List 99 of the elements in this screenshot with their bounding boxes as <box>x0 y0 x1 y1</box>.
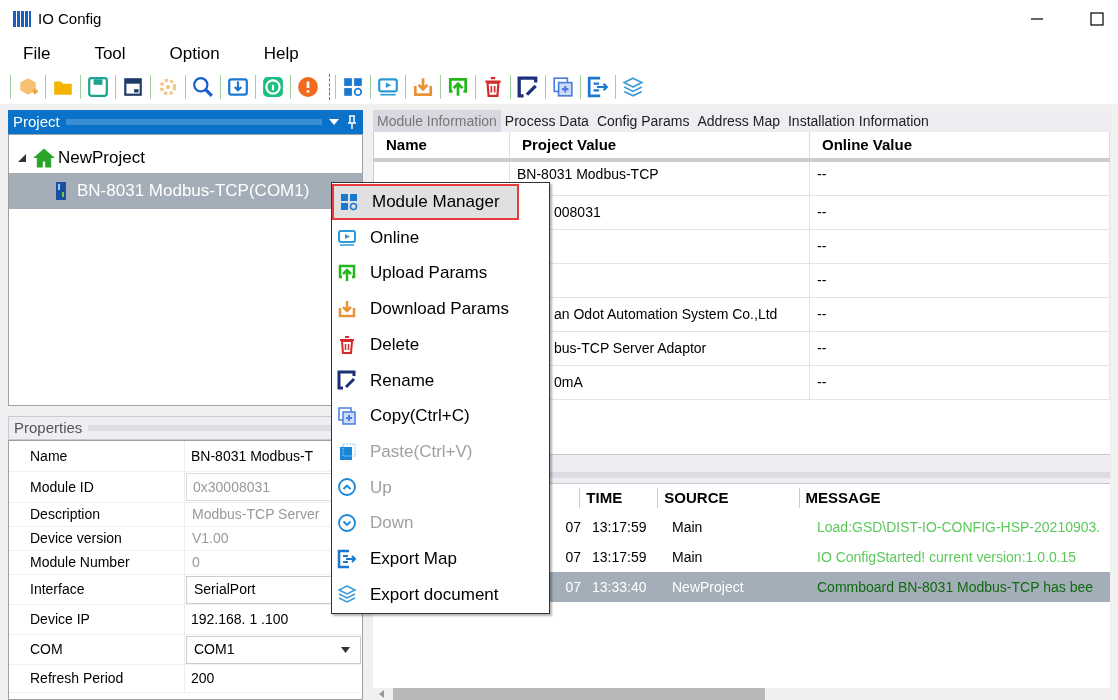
log-cell: IO ConfigStarted! current version:1.0.0.15 <box>817 548 1077 565</box>
property-label: Module Number <box>9 551 185 574</box>
table-cell-text: -- <box>817 203 827 222</box>
window-title: IO Config <box>38 8 102 29</box>
log-cell: 13:17:59 <box>592 548 647 565</box>
menu-item[interactable]: Tool <box>83 41 137 67</box>
download-tray-icon <box>337 298 357 319</box>
property-label: Refresh Period <box>9 665 185 692</box>
export-icon <box>337 548 357 569</box>
table-cell-text: bus-TCP Server Adaptor <box>554 339 707 358</box>
log-cell: Load:GSD\DIST-IO-CONFIG-HSP-20210903. <box>817 518 1101 535</box>
grid-icon[interactable] <box>342 76 364 98</box>
upload-icon[interactable] <box>447 76 469 98</box>
table-cell-text: -- <box>817 373 827 392</box>
context-menu-item[interactable]: Rename <box>332 362 549 399</box>
context-menu-item[interactable]: Delete <box>332 326 549 363</box>
table-cell-text: -- <box>817 305 827 324</box>
log-cell: Main <box>672 548 703 565</box>
up-icon <box>337 477 357 498</box>
monitor-icon <box>337 227 357 248</box>
maximize-icon[interactable] <box>1090 12 1104 26</box>
tab[interactable]: Address Map <box>693 110 784 132</box>
log-cell: NewProject <box>672 578 744 595</box>
tab[interactable]: Config Params <box>592 110 694 132</box>
download-icon[interactable] <box>227 76 249 98</box>
panel-title: Project <box>13 111 60 132</box>
edit-icon[interactable] <box>517 76 539 98</box>
layers-icon <box>337 584 357 605</box>
trash-icon[interactable] <box>482 76 504 98</box>
copy-icon <box>337 405 357 426</box>
context-menu-item[interactable]: Upload Params <box>332 255 549 292</box>
search-icon[interactable] <box>192 76 214 98</box>
menu-item[interactable]: Option <box>158 41 231 67</box>
table-cell-text: BN-8031 Modbus-TCP <box>517 165 659 184</box>
table-cell-text: 008031 <box>554 203 601 222</box>
save-icon[interactable] <box>87 76 109 98</box>
column-header: Name <box>374 132 510 158</box>
menu-item[interactable]: File <box>12 41 62 67</box>
app-icon <box>12 9 32 29</box>
property-value: V1.00 <box>191 529 229 548</box>
home-icon <box>32 146 56 170</box>
scroll-left-icon[interactable] <box>377 689 387 699</box>
table-cell-text: -- <box>817 271 827 290</box>
log-cell: 07 <box>565 548 581 565</box>
panel-title: Properties <box>14 417 83 438</box>
property-label: Module ID <box>9 472 185 502</box>
context-menu-item[interactable]: Module Manager <box>332 184 519 220</box>
column-header: TIME <box>586 487 623 508</box>
log-cell: Main <box>672 518 703 535</box>
tab[interactable]: Installation Information <box>783 110 933 132</box>
trash-icon <box>337 334 357 355</box>
tree-item[interactable]: NewProject <box>9 143 362 173</box>
property-label: Description <box>9 503 185 526</box>
copy-icon[interactable] <box>552 76 574 98</box>
layers-icon[interactable] <box>622 76 644 98</box>
property-label: Name <box>9 441 185 471</box>
down-icon <box>337 513 357 534</box>
collapse-arrow-icon[interactable] <box>17 153 27 163</box>
dropdown-arrow-icon <box>341 646 350 653</box>
download-tray-icon[interactable] <box>412 76 434 98</box>
property-value[interactable]: BN-8031 Modbus-T <box>185 445 314 467</box>
table-cell-text: -- <box>817 339 827 358</box>
export-icon[interactable] <box>587 76 609 98</box>
edit-icon <box>337 370 357 391</box>
column-header: MESSAGE <box>805 487 881 508</box>
log-cell: 13:33:40 <box>592 578 647 595</box>
property-value: 0 <box>191 553 200 572</box>
log-cell: 13:17:59 <box>592 518 647 535</box>
property-value[interactable]: 192.168. 1 .100 <box>185 609 289 630</box>
alert-icon[interactable] <box>297 76 319 98</box>
column-header: Online Value <box>810 132 1110 158</box>
column-header: SOURCE <box>664 487 729 508</box>
log-cell: 07 <box>565 518 581 535</box>
table-cell-text: -- <box>817 237 827 256</box>
property-label: COM <box>9 635 185 664</box>
form-window-icon[interactable] <box>122 76 144 98</box>
grid-icon <box>339 191 359 212</box>
context-menu-item[interactable]: Online <box>332 219 549 256</box>
monitor-icon[interactable] <box>377 76 399 98</box>
property-label: Device version <box>9 527 185 550</box>
table-cell-text: an Odot Automation System Co.,Ltd <box>554 305 778 324</box>
table-cell-text: -- <box>817 165 827 184</box>
property-label: Interface <box>9 575 185 604</box>
tab[interactable]: Process Data <box>500 110 593 132</box>
property-value: Modbus-TCP Server <box>191 505 320 524</box>
info-icon[interactable] <box>262 76 284 98</box>
table-cell-text: 0mA <box>554 373 583 392</box>
upload-icon <box>337 263 357 284</box>
column-header: Project Value <box>510 132 810 158</box>
context-menu-item[interactable]: Download Params <box>332 291 549 327</box>
log-cell: 07 <box>565 578 581 595</box>
log-cell: Commboard BN-8031 Modbus-TCP has bee <box>817 578 1093 595</box>
property-dropdown[interactable]: COM1 <box>186 635 361 664</box>
context-menu-item[interactable]: Copy(Ctrl+C) <box>332 398 549 434</box>
property-label: Device IP <box>9 605 185 634</box>
pin-icon[interactable] <box>346 115 358 129</box>
property-value[interactable]: 200 <box>185 668 215 689</box>
paste-icon <box>337 441 357 462</box>
menu-item[interactable]: Help <box>252 41 310 67</box>
